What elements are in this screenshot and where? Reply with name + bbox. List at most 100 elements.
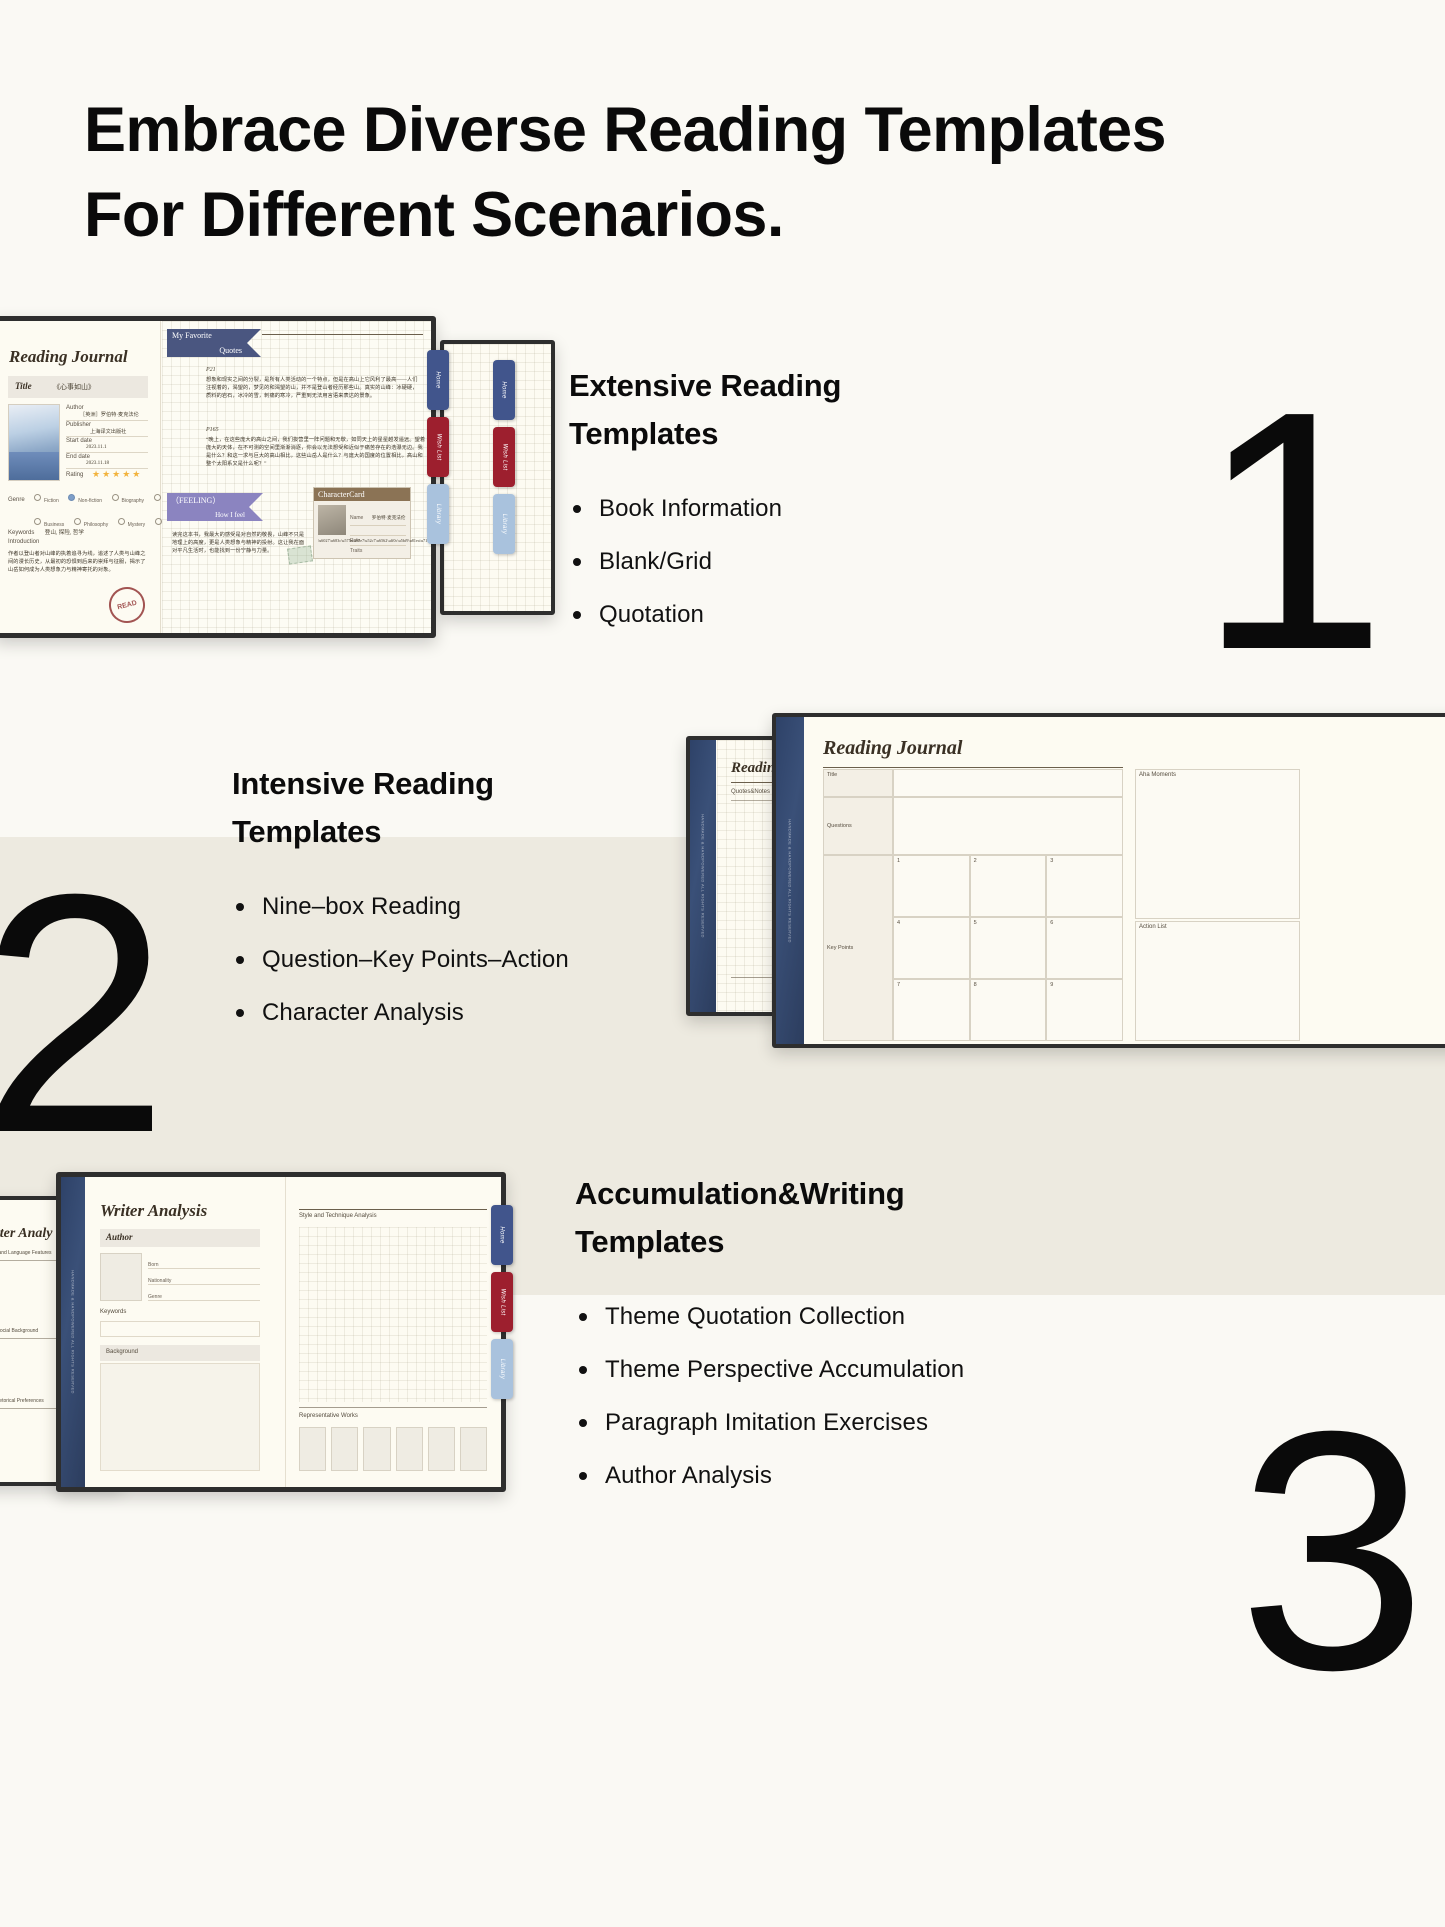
work-slot[interactable] bbox=[459, 1427, 488, 1471]
cell-number: 3 bbox=[1050, 858, 1054, 864]
notebook-3-right-page: Style and Technique Analysis Representat… bbox=[287, 1177, 501, 1487]
section-1-numeral: 1 bbox=[1197, 341, 1387, 721]
genre-label: Genre bbox=[8, 497, 25, 503]
work-slot[interactable] bbox=[427, 1427, 455, 1471]
style-analysis-area[interactable] bbox=[299, 1227, 487, 1402]
title-input-cell[interactable] bbox=[893, 769, 1123, 797]
poster-page: Embrace Diverse Reading Templates For Di… bbox=[0, 0, 1445, 1927]
cell-number: 5 bbox=[973, 920, 977, 926]
ribbon-line-1: （FEELING） bbox=[171, 496, 221, 505]
tab-library[interactable]: Library bbox=[491, 1339, 513, 1399]
field-label: Publisher bbox=[66, 422, 92, 428]
grid-cell[interactable]: 6 bbox=[1046, 917, 1123, 979]
tab-strip-3: Home Wish List Library bbox=[491, 1205, 513, 1399]
section-3-text: Accumulation&Writing Templates Theme Quo… bbox=[575, 1170, 1095, 1514]
tab-label: Home bbox=[435, 371, 441, 389]
tab-wish-list[interactable]: Wish List bbox=[491, 1272, 513, 1332]
character-card-notes: \u6027\u683c\u575a\u97e7\u52c7\u6562\uff… bbox=[318, 538, 432, 543]
work-slot[interactable] bbox=[331, 1427, 359, 1471]
page-title-line-1: Embrace Diverse Reading Templates bbox=[84, 95, 1167, 165]
rating-stars: ★★★★★ bbox=[92, 469, 143, 479]
radio-non-fiction[interactable] bbox=[68, 494, 76, 502]
field-label: Rating bbox=[66, 472, 84, 478]
work-slot[interactable] bbox=[363, 1427, 391, 1471]
work-slot[interactable] bbox=[299, 1427, 327, 1471]
notebook-1-right-page: My Favorite Quotes P21 想象和现实之间的分裂，是所有人类活… bbox=[162, 321, 431, 633]
quote-page: P165 bbox=[206, 427, 219, 433]
sub-label-1: ng Style and Language Features bbox=[0, 1250, 52, 1256]
section-3-heading-line-2: Templates bbox=[575, 1224, 725, 1260]
grid-cell[interactable]: 4 bbox=[893, 917, 970, 979]
radio-fiction[interactable] bbox=[34, 494, 41, 502]
radio-biography[interactable] bbox=[111, 494, 119, 502]
tab-label: Wish List bbox=[501, 443, 508, 471]
spine-text: HANDMADE & HANDPOWERED ALL RIGHTS RESERV… bbox=[70, 1270, 76, 1394]
ribbon-rule bbox=[262, 334, 423, 335]
title-field-label: Title bbox=[15, 381, 32, 391]
section-2-heading-line-1: Intensive Reading bbox=[232, 766, 494, 801]
page-title: Writer Analysis bbox=[100, 1201, 208, 1220]
tab-label: Home bbox=[499, 1226, 505, 1244]
title-field-value: 《心事如山》 bbox=[53, 383, 95, 391]
work-slot[interactable] bbox=[395, 1427, 423, 1471]
genre-option: Mystery bbox=[127, 522, 146, 528]
cell-number: 4 bbox=[897, 920, 901, 926]
background-input[interactable] bbox=[100, 1363, 260, 1471]
tab-library[interactable]: Library bbox=[427, 484, 449, 544]
radio-mystery[interactable] bbox=[117, 518, 125, 526]
grid-cell[interactable]: 7 bbox=[893, 979, 970, 1041]
radio-history[interactable] bbox=[153, 494, 161, 502]
list-item: Blank/Grid bbox=[569, 547, 1039, 577]
style-analysis-label: Style and Technique Analysis bbox=[299, 1213, 377, 1219]
tab-home[interactable]: Home bbox=[493, 360, 515, 420]
action-list-panel[interactable]: Action List bbox=[1135, 921, 1300, 1041]
washi-tape bbox=[287, 545, 313, 565]
radio-other[interactable] bbox=[154, 518, 162, 526]
keywords-input[interactable] bbox=[100, 1321, 260, 1337]
introduction-label: Introduction bbox=[8, 539, 40, 545]
cell-number: 8 bbox=[973, 982, 977, 988]
section-1-heading-line-1: Extensive Reading bbox=[569, 368, 842, 403]
section-3-heading-line-1: Accumulation&Writing bbox=[575, 1176, 905, 1211]
section-2-heading-line-2: Templates bbox=[232, 814, 382, 850]
grid-cell[interactable]: 8 bbox=[969, 979, 1047, 1041]
grid-cell[interactable]: 2 bbox=[969, 855, 1047, 917]
tab-wish-list[interactable]: Wish List bbox=[427, 417, 449, 477]
book-cover-image bbox=[8, 404, 60, 481]
sub-label-2: cal and Social Background bbox=[0, 1328, 39, 1334]
tab-label: Wish List bbox=[435, 433, 442, 461]
cell-number: 2 bbox=[973, 858, 977, 864]
page-title: Reading Journal bbox=[823, 737, 963, 759]
tab-strip-1-back: Home Wish List Library bbox=[493, 360, 515, 554]
title-rule bbox=[823, 767, 1123, 768]
notebook-spine: HANDMADE & HANDPOWERED ALL RIGHTS RESERV… bbox=[776, 717, 804, 1044]
spine-text: HANDMADE & HANDPOWERED ALL RIGHTS RESERV… bbox=[787, 818, 793, 943]
tab-strip-1-front: Home Wish List Library bbox=[427, 350, 449, 544]
author-photo-box[interactable] bbox=[100, 1253, 142, 1301]
character-card: CharacterCard Name 罗伯特·麦克法伦 Role Traits bbox=[313, 487, 432, 559]
grid-cell[interactable]: 5 bbox=[969, 917, 1047, 979]
grid-cell[interactable]: 9 bbox=[1046, 979, 1123, 1041]
grid-cell[interactable]: 1 bbox=[893, 855, 970, 917]
grid-cell[interactable]: 3 bbox=[1046, 855, 1123, 917]
aha-moments-panel[interactable]: Aha Moments bbox=[1135, 769, 1300, 919]
notebook-mockup-2-front: HANDMADE & HANDPOWERED ALL RIGHTS RESERV… bbox=[772, 713, 1445, 1048]
tab-home[interactable]: Home bbox=[491, 1205, 513, 1265]
list-item: Quotation bbox=[569, 600, 1039, 630]
row-label: Key Points bbox=[823, 855, 893, 1041]
quote-1: P21 想象和现实之间的分裂，是所有人类活动的一个特点，但是在高山上它风利了最高… bbox=[206, 367, 421, 400]
representative-works-label: Representative Works bbox=[299, 1413, 358, 1419]
tab-label: Library bbox=[434, 503, 441, 525]
quote-text: 想象和现实之间的分裂，是所有人类活动的一个特点，但是在高山上它风利了最高——人们… bbox=[206, 377, 418, 400]
cell-number: 1 bbox=[897, 858, 901, 864]
page-title: Embrace Diverse Reading Templates For Di… bbox=[84, 88, 1344, 258]
tab-library[interactable]: Library bbox=[493, 494, 515, 554]
genre-option: Biography bbox=[121, 498, 145, 504]
author-band: Author bbox=[100, 1229, 260, 1247]
author-field-label: Nationality bbox=[148, 1278, 172, 1284]
keywords-value: 登山, 探险, 哲学 bbox=[44, 530, 84, 536]
questions-input-cell[interactable] bbox=[893, 797, 1123, 855]
tab-home[interactable]: Home bbox=[427, 350, 449, 410]
section-2-numeral: 2 bbox=[0, 824, 170, 1204]
tab-wish-list[interactable]: Wish List bbox=[493, 427, 515, 487]
